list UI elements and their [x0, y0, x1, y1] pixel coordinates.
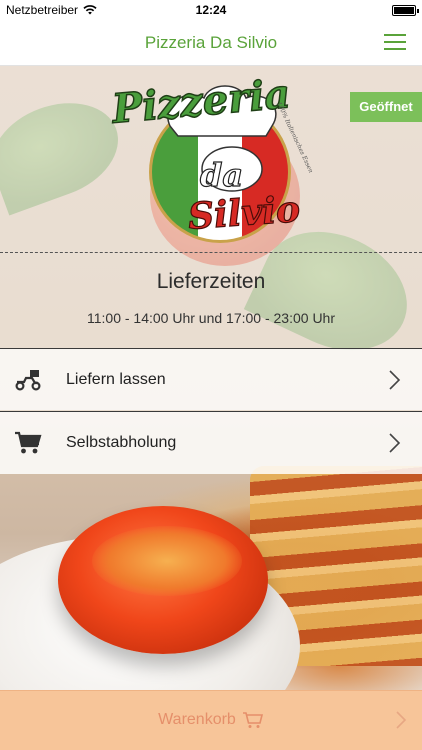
battery-icon	[392, 5, 419, 16]
delivery-option-button[interactable]: Liefern lassen	[0, 348, 422, 410]
pickup-option-label: Selbstabholung	[66, 434, 177, 451]
logo-line-da: da	[199, 155, 244, 194]
delivery-option-label: Liefern lassen	[66, 370, 166, 388]
chevron-right-icon	[389, 433, 401, 453]
shopping-cart-icon	[14, 429, 42, 457]
pickup-option-button[interactable]: Selbstabholung	[0, 411, 422, 474]
delivery-hours: 11:00 - 14:00 Uhr und 17:00 - 23:00 Uhr	[86, 310, 335, 326]
restaurant-logo: Pizzeria da Silvio 100% Italienisches Es…	[108, 70, 318, 244]
cart-label-group: Warenkorb	[0, 711, 422, 729]
background-tomato-seeds	[92, 526, 242, 596]
cart-label: Warenkorb	[158, 711, 236, 728]
nav-bar: Pizzeria Da Silvio	[0, 20, 422, 66]
chevron-right-icon	[396, 711, 407, 729]
delivery-scooter-icon	[14, 366, 42, 394]
clock: 12:24	[195, 3, 227, 17]
divider	[0, 252, 422, 253]
logo-line-silvio: Silvio	[186, 188, 302, 239]
status-bar: Netzbetreiber 12:24	[0, 0, 422, 20]
status-badge: Geöffnet	[350, 92, 422, 122]
cart-button[interactable]: Warenkorb	[0, 690, 422, 750]
hamburger-menu-icon[interactable]	[384, 34, 406, 52]
page-title: Pizzeria Da Silvio	[144, 33, 278, 52]
chevron-right-icon	[389, 369, 401, 390]
delivery-times-heading: Lieferzeiten	[156, 270, 266, 293]
cart-icon	[242, 712, 263, 728]
